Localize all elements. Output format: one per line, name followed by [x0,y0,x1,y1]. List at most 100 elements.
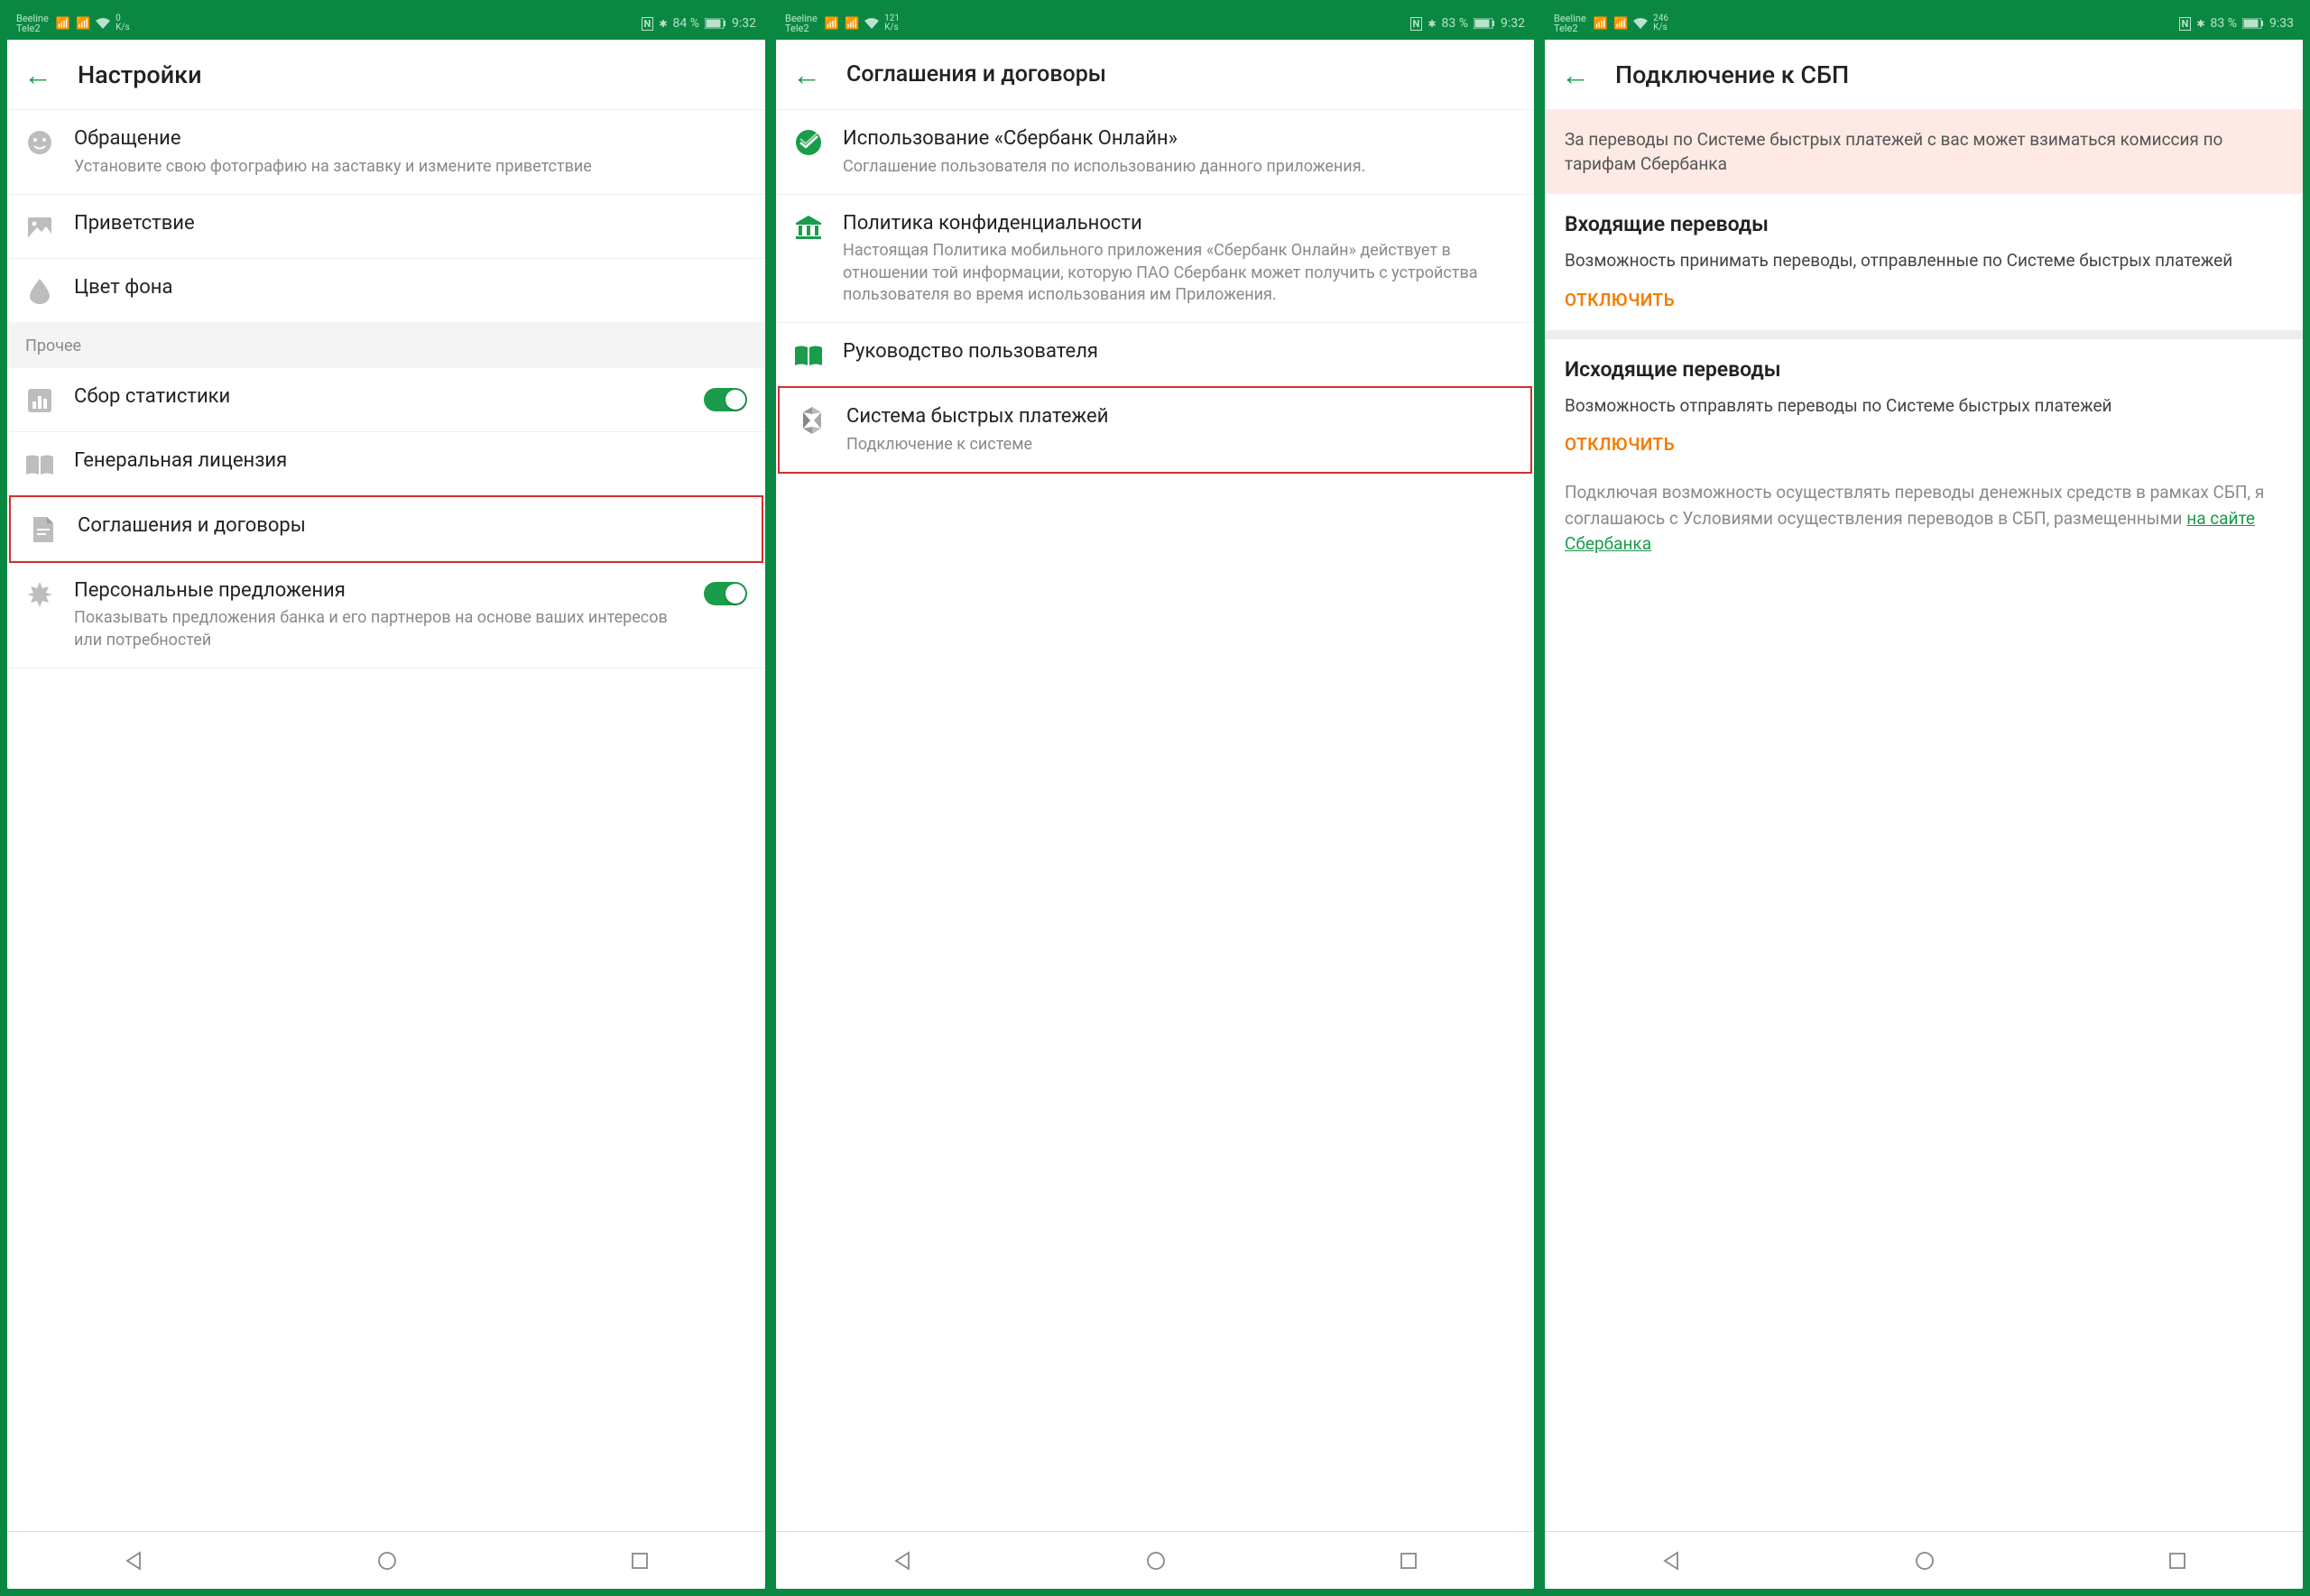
clock: 9:32 [1501,16,1525,31]
nav-home-icon[interactable] [377,1551,397,1571]
item-title: Обращение [74,126,747,152]
nav-back-icon[interactable] [1661,1551,1681,1571]
back-arrow-icon[interactable]: ← [23,58,52,92]
phone-screen-3: Beeline Tele2 📶 📶 246 K/s N ✱ 83 % 9:33 … [1545,7,2303,1589]
document-icon [29,515,58,544]
item-subtitle: Соглашение пользователя по использованию… [843,156,1516,178]
page-title: Подключение к СБП [1615,60,1849,89]
phone-screen-2: Beeline Tele2 📶 📶 121 K/s N ✱ 83 % 9:32 … [776,7,1534,1589]
signal-icon: 📶 [845,17,859,31]
item-license[interactable]: Генеральная лицензия [7,432,765,496]
wifi-icon [96,18,110,29]
nav-back-icon[interactable] [892,1551,912,1571]
battery-icon [1474,18,1495,29]
item-title: Персональные предложения [74,578,684,604]
carrier-2: Tele2 [785,23,809,33]
nav-recent-icon[interactable] [2168,1552,2186,1570]
burst-icon [25,580,54,609]
battery-icon [2242,18,2264,29]
consent-prefix: Подключая возможность осуществлять перев… [1565,482,2264,529]
speed-unit: K/s [884,23,900,32]
item-stats[interactable]: Сбор статистики [7,368,765,432]
offers-toggle[interactable] [704,582,747,605]
bank-icon [794,213,823,242]
item-sbp[interactable]: Система быстрых платежей Подключение к с… [780,388,1530,472]
back-arrow-icon[interactable]: ← [792,58,821,92]
item-welcome[interactable]: Приветствие [7,195,765,259]
signal-icon: 📶 [56,17,70,31]
battery-icon [705,18,726,29]
speed-unit: K/s [1653,23,1668,32]
back-arrow-icon[interactable]: ← [1561,58,1590,92]
battery-percent: 84 % [673,16,699,31]
page-title: Соглашения и договоры [846,61,1106,88]
fee-notice: За переводы по Системе быстрых платежей … [1545,110,2303,194]
outgoing-disable-button[interactable]: ОТКЛЮЧИТЬ [1565,434,2283,455]
signal-icon: 📶 [1594,17,1608,31]
clock: 9:32 [732,16,756,31]
item-subtitle: Установите свою фотографию на заставку и… [74,156,747,178]
item-title: Приветствие [74,211,747,237]
clock: 9:33 [2269,16,2294,31]
appbar: ← Подключение к СБП [1545,40,2303,110]
nav-back-icon[interactable] [124,1551,143,1571]
bluetooth-icon: ✱ [2196,18,2204,30]
nav-home-icon[interactable] [1146,1551,1166,1571]
item-title: Система быстрых платежей [846,404,1512,430]
item-subtitle: Показывать предложения банка и его партн… [74,607,684,651]
item-bgcolor[interactable]: Цвет фона [7,259,765,322]
signal-icon: 📶 [825,17,839,31]
item-subtitle: Подключение к системе [846,434,1512,456]
item-title: Политика конфиденциальности [843,211,1516,237]
statusbar: Beeline Tele2 📶 📶 0 K/s N ✱ 84 % 9:32 [7,7,765,40]
drop-icon [25,277,54,306]
item-title: Соглашения и договоры [78,513,744,540]
sbp-icon [798,406,827,435]
speed-unit: K/s [116,23,130,32]
statusbar: Beeline Tele2 📶 📶 121 K/s N ✱ 83 % 9:32 [776,7,1534,40]
item-title: Руководство пользователя [843,339,1516,365]
item-title: Сбор статистики [74,384,684,411]
highlight-agreements: Соглашения и договоры [9,495,763,563]
consent-text: Подключая возможность осуществлять перев… [1545,455,2303,583]
incoming-heading: Входящие переводы [1565,212,2283,236]
nav-home-icon[interactable] [1915,1551,1935,1571]
item-guide[interactable]: Руководство пользователя [776,323,1534,387]
item-sbol-usage[interactable]: Использование «Сбербанк Онлайн» Соглашен… [776,110,1534,195]
signal-icon: 📶 [76,17,90,31]
statusbar: Beeline Tele2 📶 📶 246 K/s N ✱ 83 % 9:33 [1545,7,2303,40]
smile-icon [25,128,54,157]
battery-percent: 83 % [1442,16,1468,31]
book-open-icon [794,341,823,370]
wifi-icon [864,18,879,29]
nfc-icon: N [2179,17,2192,31]
item-title: Использование «Сбербанк Онлайн» [843,126,1516,152]
image-icon [25,213,54,242]
stats-toggle[interactable] [704,388,747,411]
outgoing-text: Возможность отправлять переводы по Систе… [1565,394,2283,419]
appbar: ← Соглашения и договоры [776,40,1534,110]
highlight-sbp: Система быстрых платежей Подключение к с… [778,386,1532,474]
nav-recent-icon[interactable] [1400,1552,1418,1570]
item-privacy[interactable]: Политика конфиденциальности Настоящая По… [776,195,1534,323]
section-other: Прочее [7,322,765,368]
incoming-text: Возможность принимать переводы, отправле… [1565,249,2283,273]
item-subtitle: Настоящая Политика мобильного приложения… [843,240,1516,306]
carrier-2: Tele2 [16,23,41,33]
divider [1545,330,2303,339]
item-title: Цвет фона [74,275,747,301]
carrier-2: Tele2 [1554,23,1578,33]
incoming-disable-button[interactable]: ОТКЛЮЧИТЬ [1565,290,2283,310]
item-offers[interactable]: Персональные предложения Показывать пред… [7,562,765,669]
item-greeting[interactable]: Обращение Установите свою фотографию на … [7,110,765,195]
battery-percent: 83 % [2211,16,2237,31]
wifi-icon [1633,18,1648,29]
sberbank-logo-icon [794,128,823,157]
appbar: ← Настройки [7,40,765,110]
nfc-icon: N [1410,17,1423,31]
book-open-icon [25,450,54,479]
nav-recent-icon[interactable] [631,1552,649,1570]
item-agreements[interactable]: Соглашения и договоры [11,497,762,561]
outgoing-heading: Исходящие переводы [1565,357,2283,382]
chart-icon [25,386,54,415]
